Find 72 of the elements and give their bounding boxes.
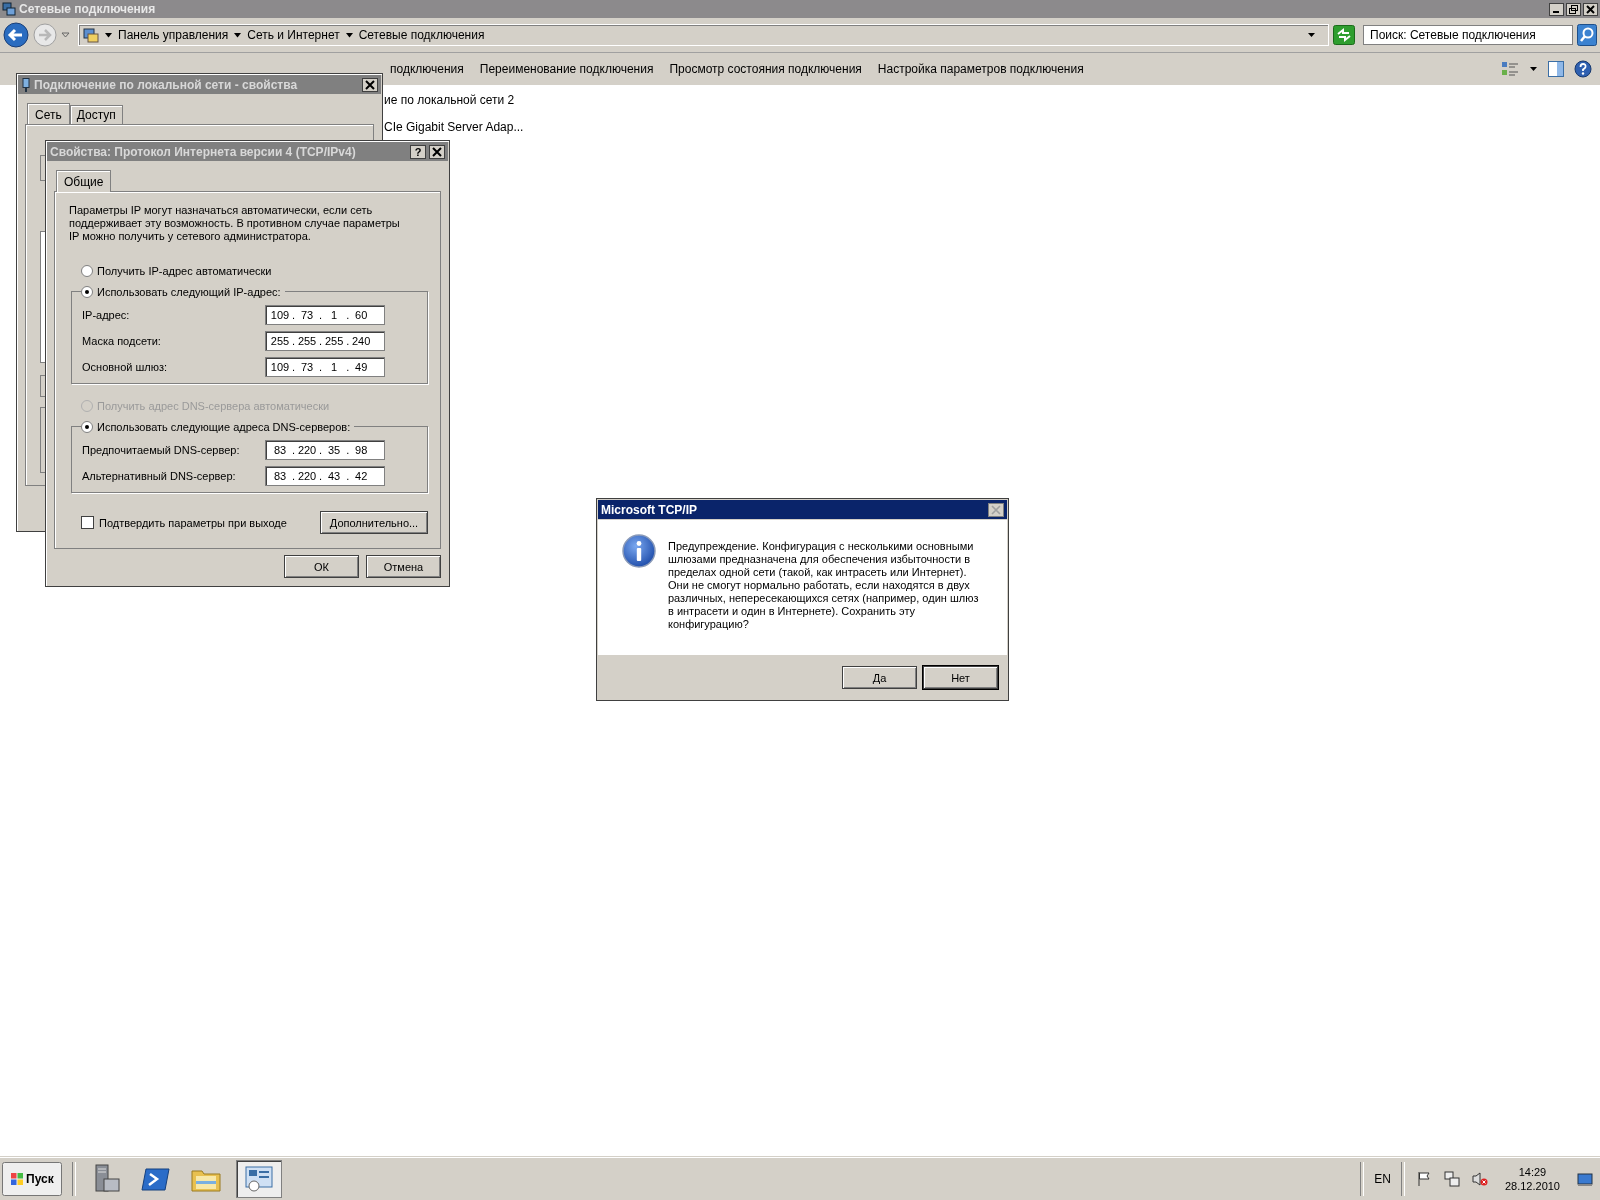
restore-button[interactable] — [1566, 2, 1581, 16]
back-button[interactable] — [3, 22, 29, 48]
dialog-button[interactable]: Нет — [923, 666, 998, 689]
dialog-button[interactable]: Отмена — [366, 555, 441, 578]
control-panel-icon — [83, 27, 99, 43]
field-label: Альтернативный DNS-сервер: — [82, 470, 236, 482]
ip-address-field[interactable]: 255 . 255 . 255 . 240 — [265, 331, 385, 351]
dialog-title: Свойства: Протокол Интернета версии 4 (TCP/IPv4) — [50, 144, 356, 159]
clock-date[interactable]: 28.12.2010 — [1504, 1179, 1560, 1193]
caret-icon — [234, 32, 242, 38]
start-button[interactable]: Пуск — [2, 1162, 62, 1196]
network-connections-icon — [243, 1164, 274, 1194]
taskbar-button[interactable] — [235, 1160, 282, 1198]
tab[interactable]: Доступ — [69, 105, 123, 124]
dropdown-icon[interactable] — [1307, 32, 1316, 38]
refresh-button[interactable] — [1333, 25, 1355, 45]
field-label: Основной шлюз: — [82, 361, 168, 373]
caret-icon[interactable] — [1529, 66, 1538, 72]
show-desktop-icon[interactable] — [1577, 1171, 1593, 1187]
windows-logo-icon — [10, 1172, 24, 1186]
radio-button[interactable] — [81, 420, 93, 433]
dialog-title: Подключение по локальной сети - свойства — [34, 77, 298, 92]
advanced-button[interactable]: Дополнительно... — [320, 511, 428, 534]
message-text: Предупреждение. Конфигурация с несколькими основными шлюзами предназначена для обеспечения избыточности в пределах одной сети (такой, как интрасеть или Интернет). Они не смогут нормально работать, если находятся в двух различных, непересекающихся сетях (например, один шлюз в интрасети и один в Интернете). Сохранить эту конфигурацию? — [668, 540, 980, 632]
search-button[interactable] — [1577, 24, 1597, 46]
close-button[interactable] — [988, 502, 1004, 517]
speaker-muted-icon[interactable] — [1471, 1171, 1488, 1187]
toolbar-button[interactable]: Переименование подключения — [471, 62, 662, 76]
network-icon[interactable] — [1443, 1171, 1460, 1187]
radio-label[interactable]: Получить IP-адрес автоматически — [97, 264, 272, 277]
window-title: Сетевые подключения — [19, 2, 156, 16]
description-text: Параметры IP могут назначаться автоматически, если сеть поддерживает эту возможность. В противном случае параметры IP можно получить у сетевого администратора. — [69, 204, 401, 243]
checkbox[interactable] — [81, 516, 94, 529]
breadcrumb[interactable]: Сетевые подключения — [345, 28, 485, 42]
field-label: Маска подсети: — [82, 335, 161, 347]
dialog-button[interactable]: Да — [842, 666, 917, 689]
caret-icon — [345, 32, 353, 38]
toolbar-button[interactable]: Настройка параметров подключения — [869, 62, 1092, 76]
network-adapter-icon — [21, 77, 31, 92]
preview-pane-icon[interactable] — [1548, 61, 1564, 77]
caret-icon — [105, 32, 112, 38]
close-button[interactable] — [1583, 2, 1598, 16]
toolbar-button[interactable]: Просмотр состояния подключения — [661, 62, 870, 76]
ip-address-field[interactable]: 109 . 73 . 1 . 49 — [265, 357, 385, 377]
connection-label[interactable]: CIe Gigabit Server Adap... — [384, 120, 1600, 135]
minimize-button[interactable] — [1549, 2, 1564, 16]
network-icon — [2, 2, 16, 16]
view-options-icon[interactable] — [1501, 61, 1519, 77]
tab[interactable]: Сеть — [27, 103, 70, 125]
checkbox-label[interactable]: Подтвердить параметры при выходе — [99, 516, 287, 529]
language-indicator[interactable]: EN — [1374, 1172, 1391, 1186]
radio-button[interactable] — [81, 264, 93, 277]
flag-icon[interactable] — [1415, 1171, 1432, 1187]
toolbar-button[interactable]: подключения — [382, 62, 472, 76]
history-dropdown-icon[interactable] — [61, 32, 70, 38]
field-label: Предпочитаемый DNS-сервер: — [82, 444, 240, 456]
help-icon[interactable] — [1574, 60, 1592, 78]
breadcrumb[interactable]: Панель управления — [105, 28, 229, 42]
dialog-button[interactable]: ОК — [284, 555, 359, 578]
search-field[interactable]: Поиск: Сетевые подключения — [1363, 25, 1573, 45]
ip-address-field[interactable]: 83 . 220 . 35 . 98 — [265, 440, 385, 460]
dialog-title: Microsoft TCP/IP — [601, 502, 697, 517]
tab[interactable]: Общие — [56, 170, 112, 192]
breadcrumb[interactable]: Сеть и Интернет — [234, 28, 340, 42]
ip-address-field[interactable]: 83 . 220 . 43 . 42 — [265, 466, 385, 486]
connection-label[interactable]: ие по локальной сети 2 — [384, 93, 1600, 108]
ip-address-field[interactable]: 109 . 73 . 1 . 60 — [265, 305, 385, 325]
address-bar[interactable]: Панель управления Сеть и Интернет Сетевые подключения — [78, 24, 1329, 46]
field-label: IP-адрес: — [82, 309, 130, 321]
radio-button[interactable] — [81, 285, 93, 298]
info-icon — [622, 534, 656, 568]
clock-time[interactable]: 14:29 — [1518, 1165, 1547, 1179]
